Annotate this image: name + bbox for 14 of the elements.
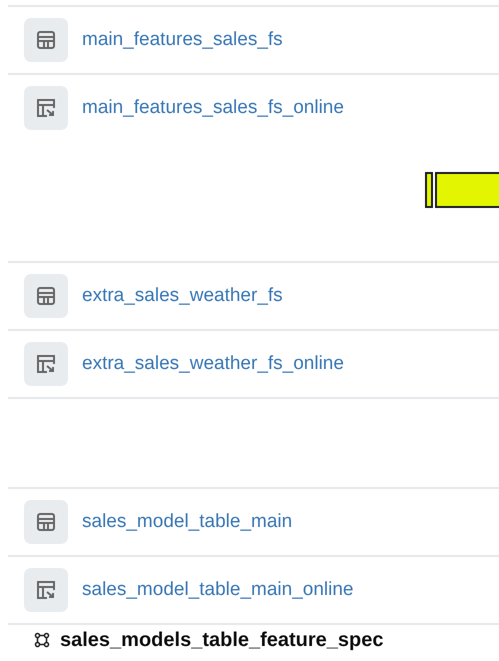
feature-spec-name: sales_models_table_feature_spec xyxy=(60,629,384,651)
table-arrow-icon xyxy=(36,354,56,374)
table-arrow-icon xyxy=(36,580,56,600)
table-link[interactable]: sales_model_table_main xyxy=(82,511,292,533)
table-link[interactable]: sales_model_table_main_online xyxy=(82,579,354,601)
nodes-icon xyxy=(34,632,50,648)
table-link[interactable]: extra_sales_weather_fs_online xyxy=(82,353,344,375)
table-icon xyxy=(36,286,56,306)
table-icon xyxy=(36,30,56,50)
table-link[interactable]: extra_sales_weather_fs xyxy=(82,285,283,307)
table-icon xyxy=(36,512,56,532)
table-link[interactable]: main_features_sales_fs_online xyxy=(82,97,344,119)
table-link[interactable]: main_features_sales_fs xyxy=(82,29,283,51)
table-arrow-icon xyxy=(36,98,56,118)
